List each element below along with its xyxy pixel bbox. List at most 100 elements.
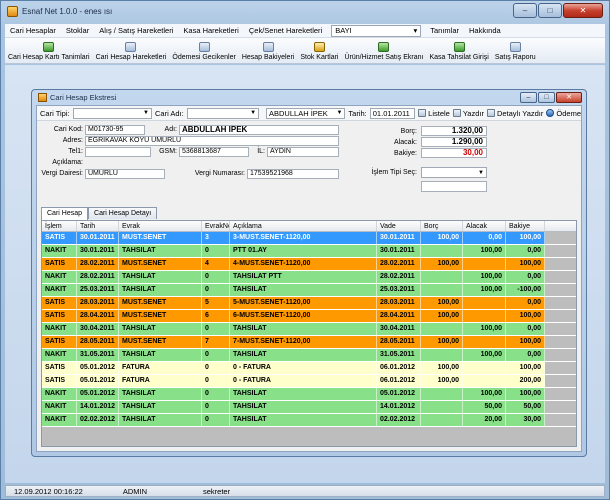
table-cell: 100,00 [506,336,545,348]
column-header[interactable]: Evrak [119,221,202,231]
toolbar-gecikenler-button[interactable]: Ödemesi Gecikenler [169,42,238,61]
toolbar-kasa-tahsilat-button[interactable]: Kasa Tahsilat Girişi [426,42,491,61]
user-add-icon [43,42,55,52]
table-row[interactable]: SATIS 28.05.2011 MUST.SENET 7 7-MUST.SENET-1… [42,336,576,349]
child-minimize-button[interactable]: – [520,92,537,103]
column-header[interactable]: Alacak [463,221,506,231]
cari-name-select[interactable]: ABDULLAH İPEK ▼ [266,107,346,119]
chevron-down-icon: ▼ [143,110,149,116]
table-row[interactable]: SATIS 28.03.2011 MUST.SENET 5 5-MUST.SENET-1… [42,297,576,310]
column-header[interactable]: EvrakNo [202,221,230,231]
table-row[interactable]: SATIS 30.01.2011 MUST.SENET 3 3-MUST.SENET-1… [42,232,576,245]
menu-stoklar[interactable]: Stoklar [61,26,94,35]
bakiye-field[interactable]: 30,00 [421,148,487,158]
table-cell: TAHSILAT [230,284,377,296]
table-cell: 0 [202,245,230,257]
menu-alis-satis[interactable]: Alış / Satış Hareketleri [94,26,178,35]
toolbar-cari-kart-button[interactable]: Cari Hesap Kartı Tanimlari [5,42,93,61]
menu-cari-hesaplar[interactable]: Cari Hesaplar [5,26,61,35]
maximize-button[interactable]: □ [538,3,562,18]
table-row[interactable]: SATIS 05.01.2012 FATURA 0 0 - FATURA 06.01.20… [42,375,576,388]
column-header[interactable]: Açıklama [230,221,377,231]
table-cell: 100,00 [421,362,463,374]
table-cell: 30.04.2011 [77,323,119,335]
table-row[interactable]: NAKIT 25.03.2011 TAHSILAT 0 TAHSILAT 25.03.20… [42,284,576,297]
toolbar-bakiyeler-button[interactable]: Hesap Bakiyeleri [239,42,298,61]
table-cell: NAKIT [42,388,77,400]
minimize-button[interactable]: – [513,3,537,18]
il-field[interactable]: AYDIN [267,147,339,157]
table-cell: 0 [202,414,230,426]
table-row[interactable]: NAKIT 02.02.2012 TAHSILAT 0 TAHSILAT 02.02.20… [42,414,576,427]
table-row[interactable]: NAKIT 31.05.2011 TAHSILAT 0 TAHSILAT 31.05.20… [42,349,576,362]
table-row[interactable]: SATIS 05.01.2012 FATURA 0 0 - FATURA 06.01.20… [42,362,576,375]
islem-tipi-extra-field[interactable] [421,181,487,192]
table-cell: NAKIT [42,323,77,335]
child-title-bar: Cari Hesap Ekstresi [32,90,586,105]
odeme-button[interactable]: Ödeme [546,109,581,118]
balance-icon [262,42,274,52]
table-cell: 28.04.2011 [377,310,421,322]
adi-field[interactable]: ABDULLAH İPEK [179,125,339,135]
column-header[interactable]: Tarih [77,221,119,231]
toolbar-satis-raporu-button[interactable]: Satış Raporu [492,42,539,61]
table-row[interactable]: NAKIT 28.02.2011 TAHSILAT 0 TAHSILAT PTT 28.0… [42,271,576,284]
child-close-button[interactable]: ✕ [556,92,582,103]
box-icon [313,42,325,52]
yazdir-button[interactable]: Yazdır [452,109,484,118]
table-row[interactable]: SATIS 28.02.2011 MUST.SENET 4 4-MUST.SENET-1… [42,258,576,271]
toolbar-satis-ekrani-button[interactable]: Ürün/Hizmet Satış Ekranı [341,42,426,61]
column-header[interactable]: Borç [421,221,463,231]
toolbar-stok-button[interactable]: Stok Kartlari [297,42,341,61]
cari-tipi-label: Cari Tipi: [40,108,70,118]
table-cell: 0,00 [506,245,545,257]
cari-adi-select[interactable]: ▼ [186,107,260,119]
listele-button[interactable]: Listele [418,109,450,118]
table-cell: 7 [202,336,230,348]
table-row[interactable]: NAKIT 30.01.2011 TAHSILAT 0 PTT 01.AY 30.01.2… [42,245,576,258]
tab-cari-hesap[interactable]: Cari Hesap [41,207,89,220]
vergi-numarasi-field[interactable]: 17539521968 [247,169,339,179]
cari-kod-field[interactable]: M01730-95 [85,125,145,135]
chevron-down-icon: ▼ [336,110,343,116]
table-cell: 100,00 [463,284,506,296]
cari-tipi-select[interactable]: ▼ [72,107,152,119]
close-button[interactable]: ✕ [563,3,603,18]
table-cell [463,258,506,270]
column-header[interactable]: Bakiye [506,221,545,231]
table-cell: 0,00 [506,349,545,361]
menu-kasa[interactable]: Kasa Hareketleri [178,26,243,35]
borc-field[interactable]: 1.320,00 [421,126,487,136]
table-row[interactable]: NAKIT 30.04.2011 TAHSILAT 0 TAHSILAT 30.04.20… [42,323,576,336]
table-row[interactable]: NAKIT 05.01.2012 TAHSILAT 0 TAHSILAT 05.01.20… [42,388,576,401]
table-cell [463,375,506,387]
filter-bar: Cari Tipi: ▼ Cari Adı: ▼ ABDULLAH İPEK ▼ … [37,106,581,121]
table-row[interactable]: SATIS 28.04.2011 MUST.SENET 6 6-MUST.SENET-1… [42,310,576,323]
islem-tipi-select[interactable]: ▼ [421,167,487,178]
detayli-yazdir-button[interactable]: Detaylı Yazdır [486,109,543,118]
column-header[interactable]: İşlem [42,221,77,231]
tel1-field[interactable] [85,147,151,157]
tab-cari-hesap-detayi[interactable]: Cari Hesap Detayı [88,207,158,219]
table-cell: 30.01.2011 [77,245,119,257]
menu-cek-senet[interactable]: Çek/Senet Hareketleri [244,26,327,35]
child-window-title: Cari Hesap Ekstresi [50,93,117,102]
menu-hakkinda[interactable]: Hakkında [464,26,506,35]
tarih-field[interactable]: 01.01.2011 [369,107,416,119]
child-maximize-button[interactable]: □ [538,92,555,103]
table-cell: 14.01.2012 [77,401,119,413]
adres-field[interactable]: EĞRİKAVAK KÖYÜ UMURLU [85,136,339,146]
vergi-dairesi-field[interactable]: UMURLU [85,169,165,179]
vergi-numarasi-label: Vergi Numarası: [194,170,245,177]
printer-icon [452,109,461,117]
tel1-label: Tel1: [68,148,83,155]
alacak-field[interactable]: 1.290,00 [421,137,487,147]
bayi-select[interactable]: BAYI ▾ [331,24,422,37]
gsm-field[interactable]: 5368813687 [179,147,249,157]
chevron-down-icon: ▾ [413,26,418,35]
column-header[interactable]: Vade [377,221,421,231]
table-cell [421,414,463,426]
menu-tanimlar[interactable]: Tanımlar [425,26,464,35]
toolbar-cari-hareket-button[interactable]: Cari Hesap Hareketleri [93,42,170,61]
table-row[interactable]: NAKIT 14.01.2012 TAHSILAT 0 TAHSILAT 14.01.20… [42,401,576,414]
